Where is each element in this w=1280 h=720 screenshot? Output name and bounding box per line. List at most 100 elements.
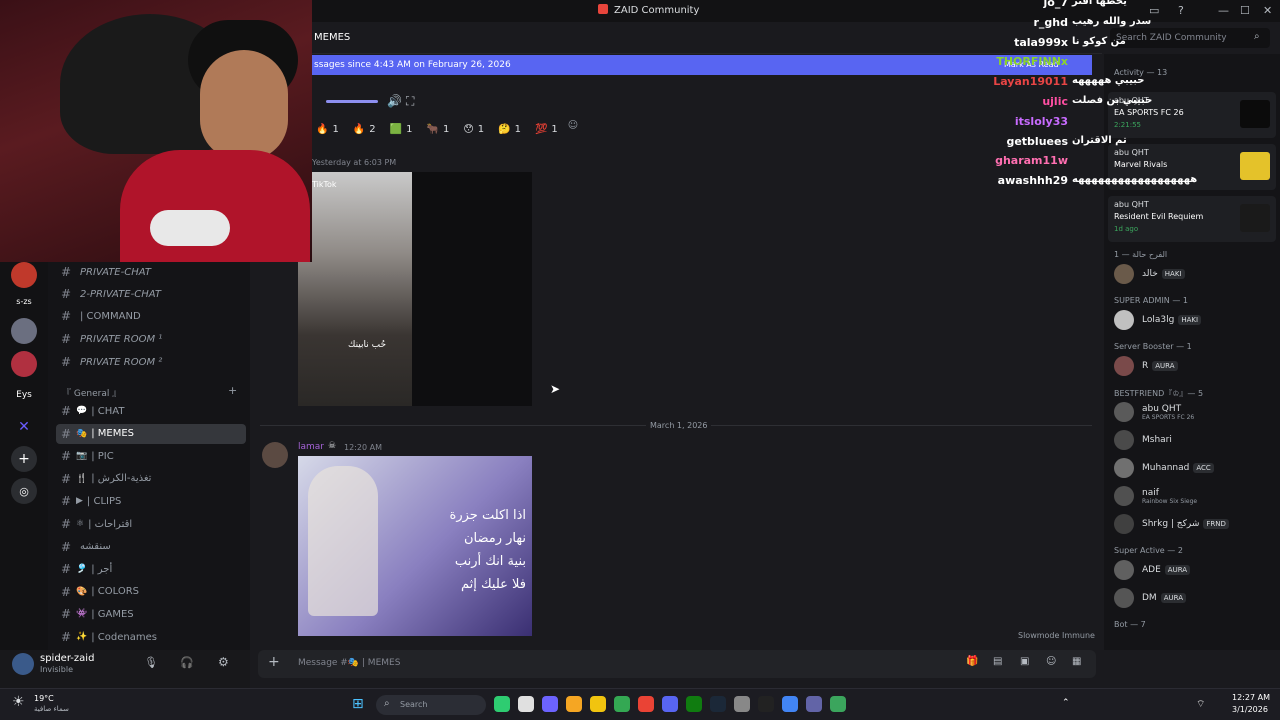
settings-icon[interactable]: ⚙ <box>218 655 229 669</box>
taskbar-app-icon[interactable] <box>590 696 606 712</box>
taskbar-app-icon[interactable] <box>518 696 534 712</box>
member-item[interactable]: R AURA <box>1114 356 1178 376</box>
server-icon[interactable] <box>11 262 37 288</box>
reaction-chip[interactable]: 😯 1 <box>459 120 488 138</box>
channel-item[interactable]: # 🍴 | تغذية-الكرش <box>56 469 246 489</box>
member-item[interactable]: DM AURA <box>1114 588 1186 608</box>
channel-item[interactable]: # 📷 | PIC <box>56 446 246 466</box>
avatar <box>1114 264 1134 284</box>
reaction-chip[interactable]: 🐂 1 <box>422 120 453 138</box>
channel-item[interactable]: # ✨ | Codenames <box>56 627 246 647</box>
channel-item[interactable]: # ▶ | CLIPS <box>56 491 246 511</box>
taskbar-app-icon[interactable] <box>686 696 702 712</box>
video-embed[interactable]: TikTok حُب نابينك <box>298 172 532 406</box>
member-item[interactable]: خالد HAKI <box>1114 264 1185 284</box>
taskbar-app-icon[interactable] <box>566 696 582 712</box>
reaction-chip[interactable]: 💯 1 <box>531 120 562 138</box>
apps-icon[interactable]: ▦ <box>1072 656 1081 667</box>
avatar <box>1114 356 1134 376</box>
channel-item[interactable]: # PRIVATE-CHAT <box>56 262 246 282</box>
role-badge: HAKI <box>1178 315 1202 325</box>
taskbar-apps <box>494 696 846 714</box>
add-reaction-icon[interactable]: ☺ <box>568 120 578 138</box>
reaction-chip[interactable]: 🤔 1 <box>494 120 525 138</box>
hash-icon: # <box>60 517 72 531</box>
server-icon[interactable]: ✕ <box>11 414 37 440</box>
tray-chevron-icon[interactable]: ⌃ <box>1062 698 1070 708</box>
channel-item[interactable]: # 🎐 | أجر <box>56 559 246 579</box>
member-item[interactable]: ADE AURA <box>1114 560 1191 580</box>
activity-card[interactable]: abu QHT Resident Evil Requiem 1d ago <box>1108 196 1276 242</box>
taskbar-app-icon[interactable] <box>662 696 678 712</box>
taskbar-app-icon[interactable] <box>806 696 822 712</box>
gift-icon[interactable]: 🎁 <box>966 656 978 667</box>
channel-item[interactable]: # 👾 | GAMES <box>56 604 246 624</box>
channel-item[interactable]: # سنقشه <box>56 537 246 557</box>
channel-item[interactable]: # PRIVATE ROOM ² <box>56 352 246 372</box>
reaction-chip[interactable]: 🟩 1 <box>386 120 417 138</box>
member-item[interactable]: abu QHT EA SPORTS FC 26 <box>1114 402 1194 422</box>
reaction-count: 2 <box>369 123 376 135</box>
sticker-icon[interactable]: ▣ <box>1020 656 1029 667</box>
server-icon[interactable] <box>11 318 37 344</box>
clock-time[interactable]: 12:27 AM <box>1232 693 1270 702</box>
taskbar-app-icon[interactable] <box>542 696 558 712</box>
fullscreen-icon[interactable]: ⛶ <box>406 94 414 109</box>
taskbar-app-icon[interactable] <box>830 696 846 712</box>
member-item[interactable]: Muhannad ACC <box>1114 458 1214 478</box>
taskbar-app-icon[interactable] <box>494 696 510 712</box>
meme-text: اذا اكلت جزرة نهار رمضان بنية انك أرنب ف… <box>449 508 526 592</box>
gif-icon[interactable]: ▤ <box>993 656 1002 667</box>
message-author[interactable]: lamar <box>298 442 324 452</box>
channel-item[interactable]: # 🎭 | MEMES <box>56 423 246 444</box>
add-attachment-icon[interactable]: + <box>268 654 280 670</box>
reaction-chip[interactable]: 🔥 1 <box>312 120 343 138</box>
clock-date[interactable]: 3/1/2026 <box>1232 705 1268 714</box>
avatar[interactable] <box>12 653 34 675</box>
member-item[interactable]: naif Rainbow Six Siege <box>1114 486 1197 506</box>
user-panel: spider-zaid Invisible 🎙 🎧 ⚙ <box>0 650 250 688</box>
taskbar-app-icon[interactable] <box>734 696 750 712</box>
message-input[interactable]: Message #🎭 | MEMES <box>298 658 400 668</box>
discover-icon[interactable]: ◎ <box>11 478 37 504</box>
message-composer[interactable]: + Message #🎭 | MEMES 🎁 ▤ ▣ ☺ ▦ <box>258 650 1096 678</box>
reaction-chip[interactable]: 🔥 2 <box>349 120 380 138</box>
volume-slider[interactable] <box>326 100 378 103</box>
channel-item[interactable]: # | COMMAND <box>56 306 246 326</box>
server-s-zs[interactable]: s-zs <box>11 288 37 314</box>
member-item[interactable]: Mshari <box>1114 430 1172 450</box>
tiktok-watermark: TikTok <box>312 180 337 189</box>
wifi-icon[interactable]: ⌔ <box>1196 698 1205 711</box>
add-server-icon[interactable]: + <box>11 446 37 472</box>
taskbar-app-icon[interactable] <box>614 696 630 712</box>
volume-icon[interactable]: 🔊 <box>387 94 402 108</box>
reaction-emoji: 🤔 <box>498 123 511 135</box>
channel-item[interactable]: # 💬 | CHAT <box>56 401 246 421</box>
member-item[interactable]: Lola3lg HAKI <box>1114 310 1202 330</box>
channel-item[interactable]: # 🎨 | COLORS <box>56 582 246 602</box>
taskbar-app-icon[interactable] <box>758 696 774 712</box>
member-item[interactable]: Shrkg | شركج FRND <box>1114 514 1229 534</box>
member-name: Shrkg | شركج <box>1142 519 1200 529</box>
taskbar-search[interactable]: ⌕ Search <box>376 695 486 715</box>
chat-username: getbluees <box>1006 134 1068 148</box>
server-eys[interactable]: Eys <box>11 382 37 408</box>
channel-item[interactable]: #2-PRIVATE-CHAT <box>56 284 246 304</box>
channel-item[interactable]: # PRIVATE ROOM ¹ <box>56 329 246 349</box>
avatar <box>1114 486 1134 506</box>
avatar[interactable] <box>262 442 288 468</box>
slowmode-label: Slowmode Immune <box>1018 631 1095 640</box>
category-general[interactable]: 『 General 』 <box>62 386 121 399</box>
headphones-icon[interactable]: 🎧 <box>180 656 194 669</box>
hash-icon: # <box>60 494 72 509</box>
taskbar-app-icon[interactable] <box>782 696 798 712</box>
microphone-icon[interactable]: 🎙 <box>144 656 158 669</box>
start-icon[interactable]: ⊞ <box>352 696 364 712</box>
taskbar-app-icon[interactable] <box>710 696 726 712</box>
taskbar-app-icon[interactable] <box>638 696 654 712</box>
server-icon[interactable] <box>11 351 37 377</box>
emoji-icon[interactable]: ☺ <box>1046 656 1056 667</box>
channel-item[interactable]: # ⚛ | اقتراحات <box>56 514 246 534</box>
meme-image[interactable]: اذا اكلت جزرة نهار رمضان بنية انك أرنب ف… <box>298 456 532 636</box>
add-channel-icon[interactable]: + <box>228 384 237 397</box>
